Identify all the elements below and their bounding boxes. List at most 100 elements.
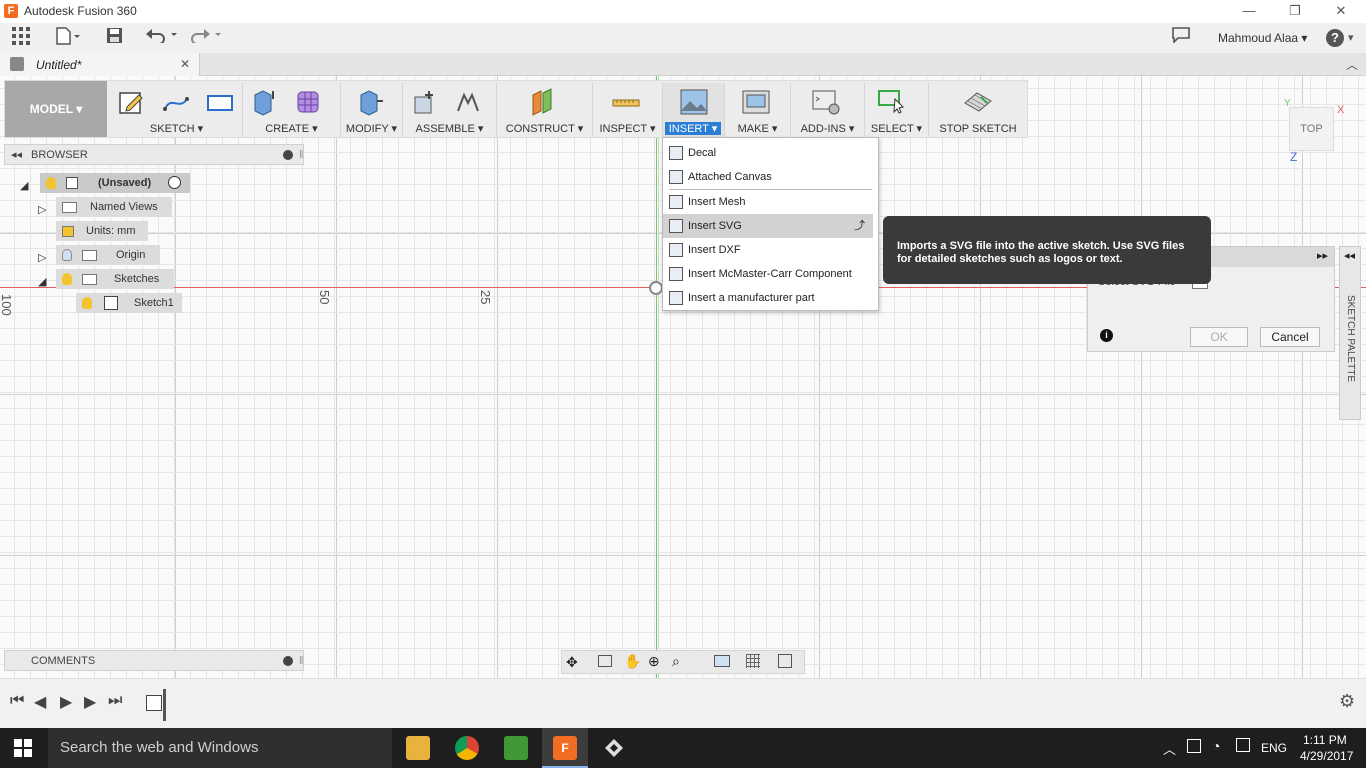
display-settings-icon[interactable] [714,655,730,667]
fusion-taskbar-button[interactable]: F [542,728,588,768]
make-group[interactable]: MAKE ▾ [725,83,791,137]
insert-group-label[interactable]: INSERT ▾ [665,122,721,135]
browser-header[interactable]: ◂◂ BROWSER ‖ [4,144,304,165]
new-component-icon[interactable] [411,87,441,117]
viewcube[interactable]: TOP [1289,107,1334,151]
sketch-group[interactable]: SKETCH ▾ [111,83,243,137]
browser-named-views-row[interactable]: ▷ Named Views [4,196,304,218]
timeline-marker[interactable] [163,689,166,721]
insert-image-icon[interactable] [679,87,709,117]
browser-root-row[interactable]: ◢ (Unsaved) [4,172,304,194]
scripts-addins-icon[interactable] [811,87,841,117]
browser-origin-row[interactable]: ▷ Origin [4,244,304,266]
extrude-icon[interactable] [249,87,279,117]
menu-item-attached-canvas[interactable]: Attached Canvas [663,165,878,189]
wifi-icon[interactable]: ◔ [1212,738,1220,754]
document-tab[interactable]: Untitled* ✕ [0,53,200,76]
expand-dialog-icon[interactable]: ▸▸ [1317,249,1328,262]
cancel-button[interactable]: Cancel [1260,327,1320,347]
browser-units-row[interactable]: Units: mm [4,220,304,242]
taskbar-search-box[interactable]: Search the web and Windows [48,728,392,768]
modify-group[interactable]: MODIFY ▾ [341,83,403,137]
inspect-group[interactable]: INSPECT ▾ [593,83,663,137]
menu-item-decal[interactable]: Decal [663,141,878,165]
press-pull-icon[interactable] [355,87,385,117]
expand-origin-icon[interactable]: ▷ [38,248,46,268]
visibility-bulb-icon[interactable] [62,273,72,285]
undo-icon[interactable] [146,27,178,49]
info-icon[interactable]: i [1100,329,1113,342]
named-views-chip[interactable]: Named Views [56,197,172,217]
menu-item-insert-mcmaster[interactable]: Insert McMaster-Carr Component [663,262,878,286]
browser-options-icon[interactable] [283,150,293,160]
workspace-switcher[interactable]: MODEL ▾ [5,81,107,137]
line-tool-icon[interactable] [161,87,191,117]
visibility-bulb-icon[interactable] [46,177,56,189]
browser-sketches-row[interactable]: ◢ Sketches [4,268,304,290]
expand-named-views-icon[interactable]: ▷ [38,200,46,220]
clock-date[interactable]: 4/29/2017 [1300,749,1353,763]
play-icon[interactable]: ▶ [60,692,72,712]
look-at-icon[interactable] [598,655,612,667]
sketch1-chip[interactable]: Sketch1 [76,293,182,313]
joint-icon[interactable] [453,87,483,117]
comments-resize-handle[interactable]: ‖ [299,651,304,671]
go-to-start-icon[interactable]: ⏮ [10,692,24,710]
app-launcher-icon[interactable] [602,736,626,760]
sketches-chip[interactable]: Sketches [56,269,174,289]
job-status-icon[interactable] [1172,27,1190,49]
rectangle-tool-icon[interactable] [205,87,235,117]
timeline-sketch-feature-icon[interactable] [146,695,162,711]
sketch-palette-tab[interactable]: ◂◂ SKETCH PALETTE [1339,246,1361,420]
pin-command-icon[interactable]: ⤴ [854,214,865,238]
units-chip[interactable]: Units: mm [56,221,148,241]
collapse-browser-icon[interactable]: ◂◂ [11,145,22,165]
show-hidden-icons[interactable]: ︿ [1163,739,1176,758]
close-button[interactable]: ✕ [1318,0,1364,23]
minimize-button[interactable]: — [1226,0,1272,23]
app-icon[interactable] [504,736,528,760]
form-icon[interactable] [293,87,323,117]
go-to-end-icon[interactable]: ⏭ [108,692,122,710]
measure-icon[interactable] [611,87,641,117]
offset-plane-icon[interactable] [529,87,559,117]
activate-radio-icon[interactable] [168,176,181,189]
menu-item-insert-manufacturer-part[interactable]: Insert a manufacturer part [663,286,878,310]
orbit-icon[interactable]: ✥ [566,654,578,671]
chrome-icon[interactable] [455,736,479,760]
viewcube-face-top[interactable]: TOP [1300,123,1322,135]
3d-print-icon[interactable] [741,87,771,117]
create-group[interactable]: CREATE ▾ [243,83,341,137]
battery-icon[interactable] [1187,739,1201,753]
browser-sketch1-row[interactable]: Sketch1 [4,292,304,314]
step-forward-icon[interactable]: ▶ [84,692,96,712]
origin-chip[interactable]: Origin [56,245,160,265]
stop-sketch-group[interactable]: STOP SKETCH [929,83,1027,137]
data-panel-grid-icon[interactable] [12,27,30,49]
browser-resize-handle[interactable]: ‖ [299,145,304,165]
hidden-bulb-icon[interactable] [62,249,72,261]
help-icon[interactable]: ? [1326,29,1344,47]
assemble-group[interactable]: ASSEMBLE ▾ [403,83,497,137]
grid-settings-icon[interactable] [746,654,760,668]
create-sketch-icon[interactable] [117,87,147,117]
addins-group[interactable]: ADD-INS ▾ [791,83,865,137]
select-group[interactable]: SELECT ▾ [865,83,929,137]
language-indicator[interactable]: ENG [1261,741,1287,755]
menu-item-insert-svg[interactable]: Insert SVG ⤴ [663,214,873,238]
select-cursor-icon[interactable] [877,87,907,117]
file-menu-icon[interactable] [56,27,80,49]
comments-header[interactable]: COMMENTS ‖ [4,650,304,671]
save-icon[interactable] [106,27,123,49]
menu-item-insert-dxf[interactable]: Insert DXF [663,238,878,262]
menu-item-insert-mesh[interactable]: Insert Mesh [663,190,878,214]
fit-zoom-icon[interactable]: ⌕ [672,653,680,670]
windows-start-icon[interactable] [14,739,32,757]
user-account-menu[interactable]: Mahmoud Alaa ▾ [1218,27,1307,49]
collapse-ribbon-icon[interactable]: ︿ [1346,56,1358,73]
clock-time[interactable]: 1:11 PM [1303,733,1347,747]
construct-group[interactable]: CONSTRUCT ▾ [497,83,593,137]
add-comment-icon[interactable] [283,656,293,666]
action-center-icon[interactable] [1236,738,1250,752]
expand-palette-icon[interactable]: ◂◂ [1344,249,1355,262]
